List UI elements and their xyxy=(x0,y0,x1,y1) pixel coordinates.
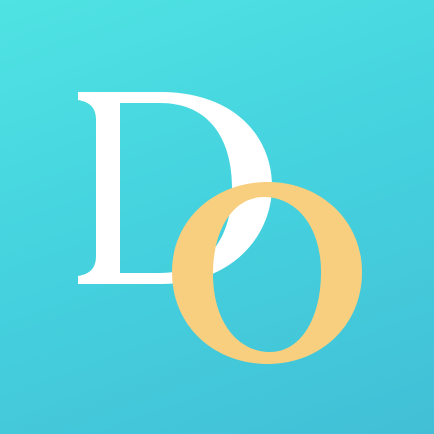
app-icon: D O xyxy=(0,0,434,434)
do-logo-mark xyxy=(78,92,362,364)
